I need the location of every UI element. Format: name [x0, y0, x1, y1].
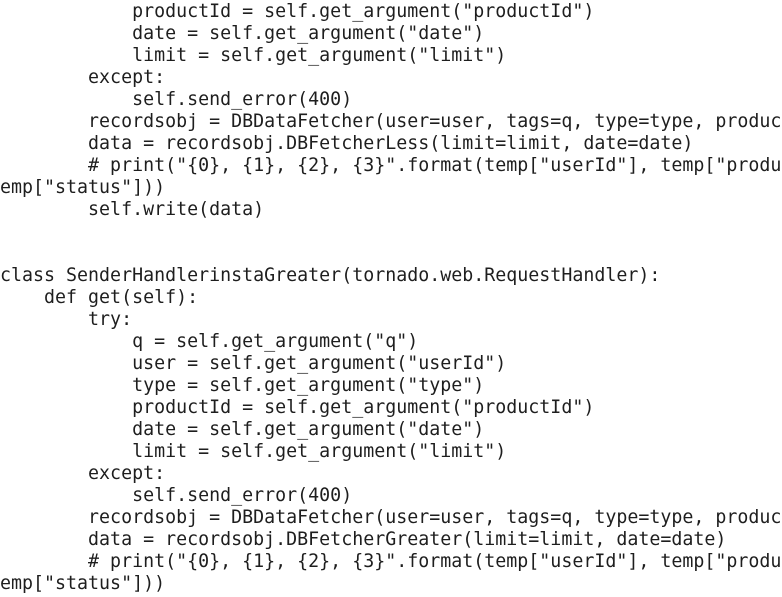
code-line: def get(self):	[0, 287, 199, 308]
code-line: type = self.get_argument("type")	[0, 375, 485, 396]
code-line: recordsobj = DBDataFetcher(user=user, ta…	[0, 111, 782, 132]
code-line: # print("{0}, {1}, {2}, {3}".format(temp…	[0, 155, 782, 176]
code-line: except:	[0, 463, 166, 484]
code-line: limit = self.get_argument("limit")	[0, 441, 507, 462]
code-line: limit = self.get_argument("limit")	[0, 45, 507, 66]
code-line: try:	[0, 309, 133, 330]
code-editor[interactable]: productId = self.get_argument("productId…	[0, 1, 782, 597]
code-line: productId = self.get_argument("productId…	[0, 1, 595, 22]
code-line: productId = self.get_argument("productId…	[0, 397, 595, 418]
code-line: date = self.get_argument("date")	[0, 23, 485, 44]
code-line: date = self.get_argument("date")	[0, 419, 485, 440]
code-line: data = recordsobj.DBFetcherLess(limit=li…	[0, 133, 694, 154]
code-line: self.send_error(400)	[0, 485, 353, 506]
code-line: user = self.get_argument("userId")	[0, 353, 507, 374]
code-line: except:	[0, 67, 166, 88]
code-line: recordsobj = DBDataFetcher(user=user, ta…	[0, 507, 782, 528]
code-line: # print("{0}, {1}, {2}, {3}".format(temp…	[0, 551, 782, 572]
code-line: self.send_error(400)	[0, 89, 353, 110]
code-line: q = self.get_argument("q")	[0, 331, 419, 352]
code-line: emp["status"]))	[0, 177, 166, 198]
code-line: data = recordsobj.DBFetcherGreater(limit…	[0, 529, 727, 550]
code-line: emp["status"]))	[0, 573, 166, 594]
code-line: self.write(data)	[0, 199, 265, 220]
code-line: class SenderHandlerinstaGreater(tornado.…	[0, 265, 661, 286]
